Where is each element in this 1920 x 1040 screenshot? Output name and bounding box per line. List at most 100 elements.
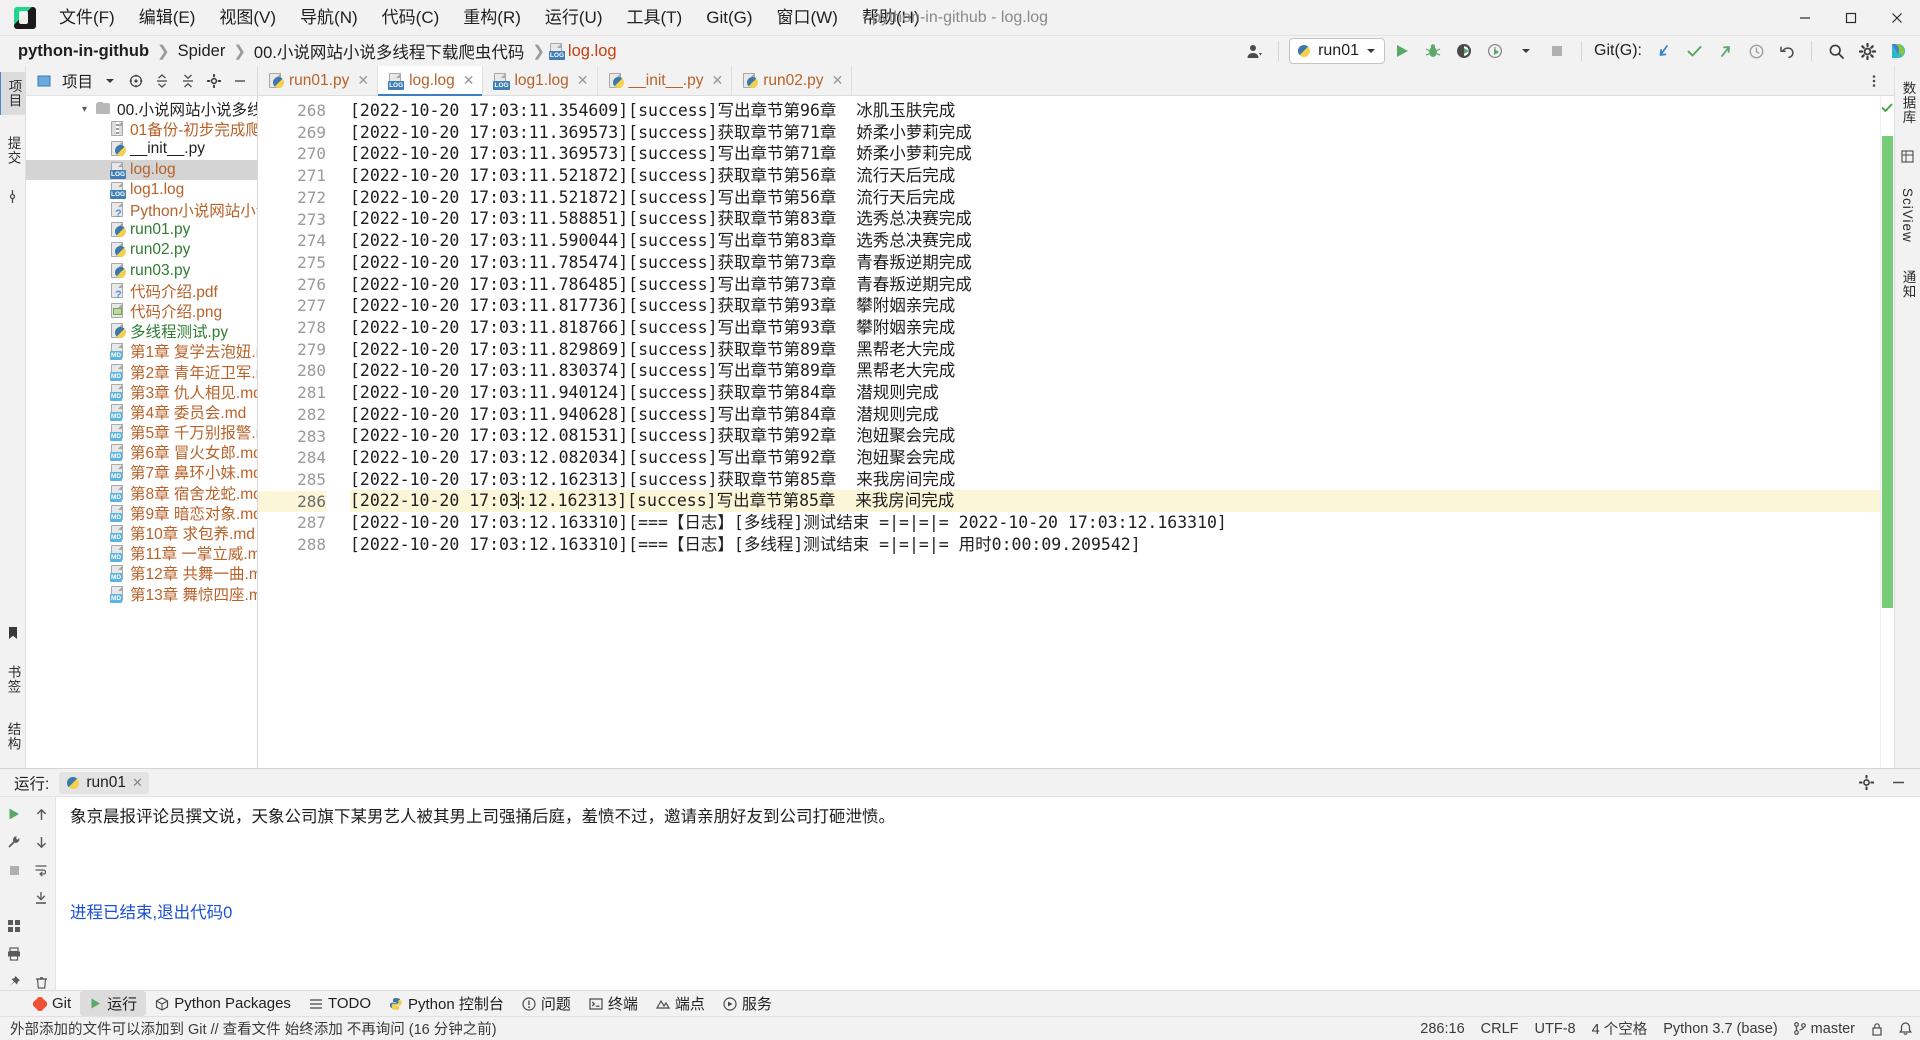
tree-row[interactable]: MD 第4章 委员会.md [26,402,257,422]
line-separator[interactable]: CRLF [1481,1021,1519,1037]
caret-position[interactable]: 286:16 [1420,1021,1464,1037]
log-line[interactable]: [2022-10-20 17:03:11.817736][success]获取章… [350,295,1880,317]
print-icon[interactable] [1,941,27,967]
stop-button[interactable] [1543,38,1571,64]
menu-tools[interactable]: 工具(T) [616,3,694,33]
tree-row[interactable]: 代码介绍.pdf [26,281,257,301]
scroll-down-button[interactable] [28,829,54,855]
log-line[interactable]: [2022-10-20 17:03:11.521872][success]获取章… [350,165,1880,187]
run-button[interactable] [1388,38,1416,64]
tree-row[interactable]: MD 第8章 宿舍龙蛇.md [26,483,257,503]
bottom-tab-run[interactable]: 运行 [80,991,147,1016]
editor-scrollbar-area[interactable] [1880,96,1894,768]
editor-content[interactable]: 268 269 270 271 272 273 274 275 276 277 278 279 280 2… [258,96,1894,768]
tree-row[interactable]: MD 第2章 青年近卫军.md [26,361,257,382]
debug-button[interactable] [1419,38,1447,64]
tree-row[interactable]: MD 第5章 千万别报警.md [26,422,257,442]
tree-row[interactable]: 代码介绍.png [26,301,257,321]
breadcrumb-project[interactable]: python-in-github ❯ [14,41,174,62]
tree-row[interactable]: LOG log.log [26,159,257,180]
run-configuration-selector[interactable]: run01 [1289,38,1385,64]
chevron-down-icon[interactable] [99,70,121,92]
tree-row[interactable]: MD 第3章 仇人相见.md [26,382,257,402]
close-icon[interactable]: ✕ [832,72,844,89]
log-line[interactable]: [2022-10-20 17:03:12.162313][success]写出章… [350,490,1880,513]
rail-tab-bookmarks[interactable]: 书签 [0,658,26,701]
tree-row[interactable]: run03.py [26,261,257,281]
minimize-button[interactable] [1782,0,1828,36]
rail-tab-project[interactable]: 项目 [0,72,27,115]
rail-tab-notifications[interactable]: 通知 [1895,263,1920,306]
hide-panel-icon[interactable] [229,70,251,92]
menu-view[interactable]: 视图(V) [208,3,287,33]
menu-navigate[interactable]: 导航(N) [289,3,369,33]
search-icon[interactable] [1822,38,1850,64]
hide-run-window-icon[interactable] [1884,770,1912,796]
log-line[interactable]: [2022-10-20 17:03:11.830374][success]写出章… [350,360,1880,382]
tree-row[interactable]: MD 第11章 一掌立威.md [26,543,257,563]
menu-help[interactable]: 帮助(H) [851,3,931,33]
run-window-tab[interactable]: run01 ✕ [59,771,149,794]
gear-icon[interactable] [203,70,225,92]
log-line[interactable]: [2022-10-20 17:03:12.082034][success]写出章… [350,447,1880,469]
soft-wrap-icon[interactable] [28,857,54,883]
tree-row[interactable]: MD 第1章 复学去泡妞.md [26,341,257,361]
editor-tab[interactable]: run02.py ✕ [732,66,853,95]
close-icon[interactable]: ✕ [577,72,589,89]
file-encoding[interactable]: UTF-8 [1535,1021,1576,1037]
editor-options-icon[interactable] [1860,68,1888,94]
stop-button[interactable] [1,857,27,883]
rail-tab-database[interactable]: 数据库 [1895,74,1920,132]
scroll-up-button[interactable] [28,801,54,827]
log-line[interactable]: [2022-10-20 17:03:11.588851][success]获取章… [350,208,1880,230]
log-line[interactable]: [2022-10-20 17:03:11.786485][success]写出章… [350,274,1880,296]
log-line[interactable]: [2022-10-20 17:03:11.369573][success]获取章… [350,122,1880,144]
log-line[interactable]: [2022-10-20 17:03:11.785474][success]获取章… [350,252,1880,274]
log-line[interactable]: [2022-10-20 17:03:11.354609][success]写出章… [350,100,1880,122]
log-text-content[interactable]: [2022-10-20 17:03:11.354609][success]写出章… [336,96,1880,768]
indent-setting[interactable]: 4 个空格 [1592,1018,1648,1039]
log-line[interactable]: [2022-10-20 17:03:11.940628][success]写出章… [350,404,1880,426]
tree-row[interactable]: MD 第7章 鼻环小妹.md [26,462,257,482]
log-line[interactable]: [2022-10-20 17:03:12.081531][success]获取章… [350,425,1880,447]
rerun-button[interactable] [1,801,27,827]
log-line[interactable]: [2022-10-20 17:03:11.521872][success]写出章… [350,187,1880,209]
run-console-output[interactable]: 象京晨报评论员撰文说，天象公司旗下某男艺人被其男上司强捅后庭，羞愤不过，邀请亲朋… [56,797,1920,990]
notifications-icon[interactable] [1899,1021,1912,1036]
editor-tab[interactable]: LOG log1.log ✕ [483,66,598,95]
log-line[interactable]: [2022-10-20 17:03:12.163310][===【日志】[多线程… [350,534,1880,556]
menu-run[interactable]: 运行(U) [534,3,614,33]
tree-row[interactable]: run02.py [26,240,257,260]
git-push-icon[interactable] [1711,38,1739,64]
tree-row[interactable]: MD 第10章 求包养.md [26,523,257,543]
tree-row[interactable]: run01.py [26,220,257,240]
editor-tab[interactable]: run01.py ✕ [258,66,379,95]
scroll-from-source-icon[interactable] [125,70,147,92]
tree-row[interactable]: __init__.py [26,139,257,159]
editor-tab[interactable]: LOG log.log ✕ [378,66,484,96]
breadcrumb-folder[interactable]: 00.小说网站小说多线程下载爬虫代码 ❯ [250,38,549,64]
rail-tab-structure[interactable]: 结构 [0,715,26,758]
tree-row[interactable]: MD 第12章 共舞一曲.md [26,563,257,583]
log-line[interactable]: [2022-10-20 17:03:12.162313][success]获取章… [350,469,1880,491]
tree-row[interactable]: MD 第13章 舞惊四座.md [26,584,257,604]
grid-icon[interactable] [1,913,27,939]
wrench-icon[interactable] [1,829,27,855]
breadcrumb-spider[interactable]: Spider ❯ [174,41,250,62]
menu-refactor[interactable]: 重构(R) [452,3,532,33]
close-icon[interactable]: ✕ [463,72,475,89]
pull-requests-icon[interactable] [6,186,19,207]
close-icon[interactable]: ✕ [712,72,724,89]
close-icon[interactable]: ✕ [132,775,143,791]
menu-file[interactable]: 文件(F) [48,3,126,33]
run-coverage-button[interactable] [1450,38,1478,64]
maximize-button[interactable] [1828,0,1874,36]
breadcrumb-file[interactable]: LOG log.log [548,41,621,62]
bottom-tab-endpoints[interactable]: 端点 [647,991,714,1016]
rail-tab-commit[interactable]: 提交 [0,129,26,172]
bottom-tab-python-packages[interactable]: Python Packages [146,993,300,1014]
profile-dropdown-icon[interactable] [1512,38,1540,64]
project-file-tree[interactable]: ▾ 00.小说网站小说多线程下载爬虫代码 01备份-初步完成爬取.zip__in… [26,96,257,768]
user-account-icon[interactable] [1240,38,1268,64]
python-interpreter[interactable]: Python 3.7 (base) [1663,1021,1777,1037]
